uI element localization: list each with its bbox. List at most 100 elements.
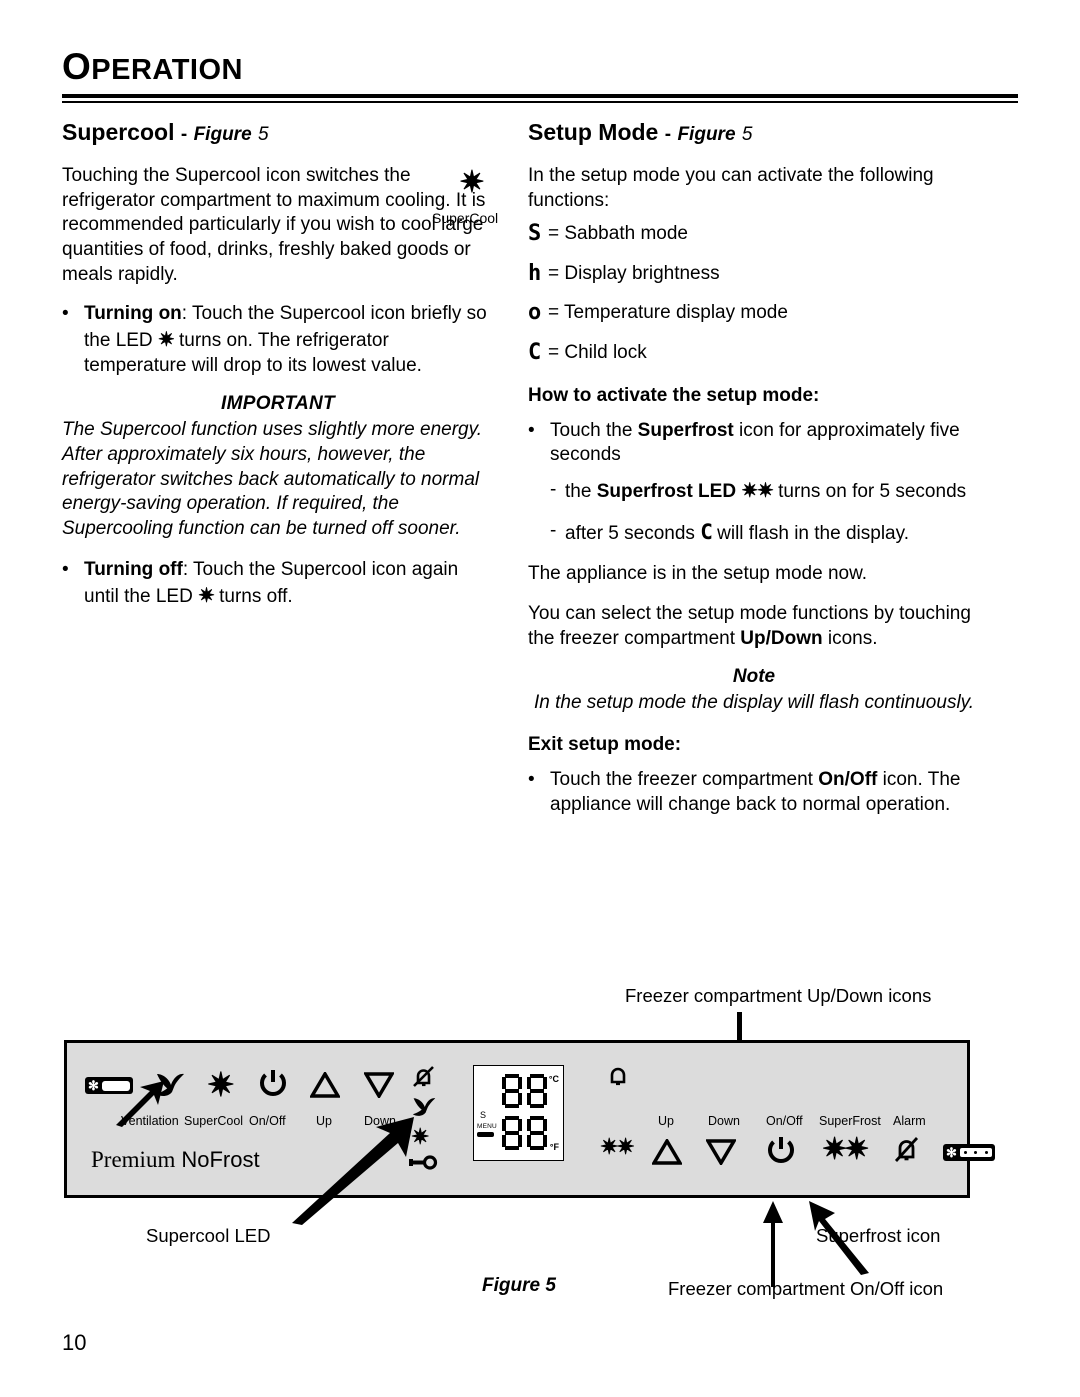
setup-mode-heading: Setup Mode - Figure 5 <box>528 119 980 146</box>
supercool-callout-label: SuperCool <box>432 210 499 226</box>
battery-asterisk-glyph: ✻ <box>946 1145 957 1160</box>
superfrost-double-asterisk-icon: ✷✷ <box>741 480 774 503</box>
supercool-heading-figure: Figure <box>193 124 252 145</box>
note-title: Note <box>732 666 776 688</box>
turning-off-text-b: turns off. <box>213 585 293 607</box>
brand-nofrost: NoFrost <box>181 1147 260 1172</box>
setup-function-tempdisplay: o = Temperature display mode <box>528 299 980 328</box>
supercool-asterisk-icon: ✷ <box>459 166 485 199</box>
bell-icon <box>610 1067 626 1086</box>
supercool-heading-figure-number: 5 <box>258 124 269 145</box>
activate-setup-heading: How to activate the setup mode: <box>528 384 820 406</box>
lcd-unit-celsius: °C <box>548 1074 559 1084</box>
superfrost-bold: Superfrost <box>637 419 734 441</box>
double-asterisk-icon[interactable]: ✷✷ <box>822 1135 869 1165</box>
triangle-down-icon[interactable] <box>364 1072 394 1098</box>
setup-mode-heading-dash: - <box>664 124 672 145</box>
supercool-led-asterisk-icon: ✷ <box>157 329 175 352</box>
alarm-off-icon[interactable] <box>891 1135 921 1165</box>
activate-dash-item-1: - the Superfrost LED ✷✷ turns on for 5 s… <box>528 478 980 505</box>
lcd-sabbath-label: S <box>480 1110 487 1120</box>
lcd-digits-bottom <box>502 1116 547 1150</box>
dash2-text-b: will flash in the display. <box>711 522 909 544</box>
annotation-superfrost-icon: Superfrost icon <box>816 1225 941 1246</box>
battery-dots <box>959 1148 992 1157</box>
label-onoff-left: On/Off <box>249 1114 286 1128</box>
lcd-display: °C °F S MENU <box>473 1065 564 1161</box>
select-text-b: icons. <box>822 627 878 649</box>
segment-glyph-h-icon: h <box>528 260 542 286</box>
lcd-digit <box>502 1116 522 1150</box>
turning-off-label: Turning off <box>84 558 183 580</box>
segment-glyph-s-icon: S <box>528 221 542 247</box>
figure-5: Freezer compartment Up/Down icons ✻ ✷ Ve… <box>0 985 1080 1315</box>
leader-line-updown <box>737 1012 742 1040</box>
setup-mode-heading-figure-number: 5 <box>741 124 753 145</box>
triangle-up-icon[interactable] <box>310 1072 340 1098</box>
select-functions-line: You can select the setup mode functions … <box>528 602 980 651</box>
turning-on-body: Turning on: Touch the Supercool icon bri… <box>84 302 494 378</box>
segment-glyph-c-icon: C <box>528 340 542 366</box>
lcd-digit <box>527 1074 547 1108</box>
important-title: IMPORTANT <box>221 393 335 415</box>
annotation-updown: Freezer compartment Up/Down icons <box>625 985 932 1006</box>
power-icon[interactable] <box>259 1069 287 1100</box>
turning-on-bullet: • Turning on: Touch the Supercool icon b… <box>62 302 494 378</box>
page-title-first: O <box>62 46 92 87</box>
setup-mode-heading-text: Setup Mode <box>528 119 659 145</box>
bullet-dot: • <box>528 419 535 441</box>
dash2-text-a: after 5 seconds <box>565 522 701 544</box>
updown-bold: Up/Down <box>740 627 823 649</box>
lcd-digit <box>527 1116 547 1150</box>
label-alarm: Alarm <box>893 1114 926 1128</box>
exit-bullet-body: Touch the freezer compartment On/Off ico… <box>550 768 980 817</box>
page: OPERATION Supercool - Figure 5 Touching … <box>0 0 1080 1397</box>
alarm-off-icon <box>413 1066 434 1087</box>
note-body: In the setup mode the display will flash… <box>533 692 975 714</box>
label-up-right: Up <box>658 1114 674 1128</box>
arrow-supercool-led <box>292 1117 414 1225</box>
note-block: Note In the setup mode the display will … <box>528 666 980 716</box>
exit-text-a: Touch the freezer compartment <box>550 769 819 791</box>
power-icon[interactable] <box>767 1136 795 1167</box>
superfrost-led-bold: Superfrost LED <box>596 481 737 503</box>
turning-off-body: Turning off: Touch the Supercool icon ag… <box>84 558 494 609</box>
supercool-heading-text: Supercool <box>62 119 175 145</box>
supercool-asterisk-icon[interactable]: ✷ <box>207 1068 235 1101</box>
lcd-menu-label: MENU <box>477 1123 497 1130</box>
right-column: Setup Mode - Figure 5 In the setup mode … <box>528 119 980 833</box>
brand-premium: Premium <box>91 1147 176 1172</box>
arrow-supercool-label <box>116 1081 164 1127</box>
bullet-dot: • <box>62 303 69 325</box>
bullet-dot: • <box>62 558 69 580</box>
setup-function-brightness: h = Display brightness <box>528 260 980 289</box>
dash-item-2-body: after 5 seconds C will flash in the disp… <box>565 519 909 547</box>
supercool-heading-dash: - <box>180 124 188 145</box>
segment-glyph-c-icon: C <box>700 519 713 544</box>
label-supercool: SuperCool <box>184 1114 244 1128</box>
left-column: Supercool - Figure 5 Touching the Superc… <box>62 119 494 624</box>
exit-bullet: • Touch the freezer compartment On/Off i… <box>528 768 980 817</box>
annotation-supercool-led: Supercool LED <box>146 1225 271 1246</box>
figure-caption: Figure 5 <box>482 1275 556 1296</box>
activate-bullet: • Touch the Superfrost icon for approxim… <box>528 419 980 468</box>
turning-on-label: Turning on <box>84 303 182 325</box>
brand: Premium NoFrost <box>91 1147 260 1173</box>
supercool-icon-callout: ✷ SuperCool <box>432 166 512 226</box>
setup-function-tempdisplay-label: = Temperature display mode <box>548 302 788 324</box>
supercool-intro: Touching the Supercool icon switches the… <box>62 164 486 285</box>
lcd-menu-bar <box>477 1132 494 1137</box>
setup-function-sabbath: S = Sabbath mode <box>528 220 980 249</box>
annotation-freezer-onoff: Freezer compartment On/Off icon <box>668 1278 944 1299</box>
freezer-status-battery-icon: ✻ <box>943 1144 995 1161</box>
setup-mode-heading-figure: Figure <box>677 124 736 145</box>
important-block: IMPORTANT The Supercool function uses sl… <box>62 393 494 541</box>
dash-marker: - <box>550 479 557 501</box>
dash1-text-a: the <box>565 481 597 503</box>
triangle-up-icon[interactable] <box>652 1139 682 1165</box>
battery-asterisk-glyph: ✻ <box>88 1078 99 1093</box>
triangle-down-icon[interactable] <box>706 1139 736 1165</box>
exit-setup-heading: Exit setup mode: <box>528 734 682 756</box>
supercool-led-asterisk-icon: ✷ <box>198 584 215 607</box>
page-title-rest: PERATION <box>91 54 243 86</box>
